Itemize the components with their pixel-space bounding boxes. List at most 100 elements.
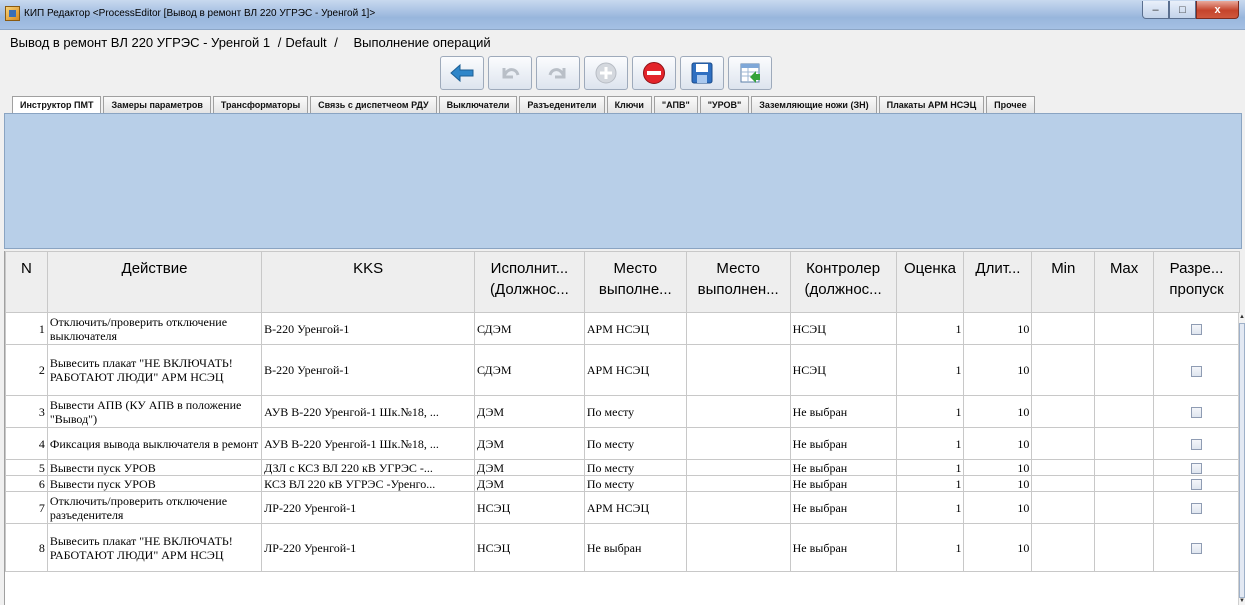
cell-n[interactable]: 6 [5,475,48,492]
cell-n[interactable]: 3 [5,395,48,428]
cell-place2[interactable] [685,523,791,572]
cell-place1[interactable]: По месту [583,459,687,476]
tab-1[interactable]: Замеры параметров [103,96,211,113]
cell-kks[interactable]: ЛР-220 Уренгой-1 [261,491,475,524]
cell-dur[interactable]: 10 [963,344,1033,396]
save-button[interactable] [680,56,724,90]
close-button[interactable]: x [1196,1,1239,19]
cell-dur[interactable]: 10 [963,312,1033,345]
cell-score[interactable]: 1 [895,344,965,396]
cell-action[interactable]: Вывести пуск УРОВ [46,459,263,476]
tab-11[interactable]: Прочее [986,96,1035,113]
cell-kks[interactable]: ЛР-220 Уренгой-1 [261,523,475,572]
cell-action[interactable]: Отключить/проверить отключение разъедени… [46,491,263,524]
cell-score[interactable]: 1 [895,459,965,476]
cell-action[interactable]: Вывести пуск УРОВ [46,475,263,492]
undo-button[interactable] [488,56,532,90]
cell-min[interactable] [1031,427,1096,460]
allow-skip-checkbox[interactable] [1191,503,1203,515]
allow-skip-checkbox[interactable] [1191,439,1203,451]
cell-place1[interactable]: АРМ НСЭЦ [583,312,687,345]
cell-controller[interactable]: Не выбран [789,475,897,492]
allow-skip-checkbox[interactable] [1191,479,1203,491]
cell-dur[interactable]: 10 [963,475,1033,492]
cell-place1[interactable]: АРМ НСЭЦ [583,491,687,524]
cell-dur[interactable]: 10 [963,459,1033,476]
cell-min[interactable] [1031,475,1096,492]
cell-action[interactable]: Отключить/проверить отключение выключате… [46,312,263,345]
back-button[interactable] [440,56,484,90]
tab-8[interactable]: "УРОВ" [699,96,750,113]
tab-4[interactable]: Выключатели [438,96,518,113]
cell-controller[interactable]: Не выбран [789,427,897,460]
column-header[interactable]: Оценка [895,251,965,313]
cell-kks[interactable]: АУВ В-220 Уренгой-1 Шк.№18, ... [261,395,475,428]
cell-executor[interactable]: НСЭЦ [474,523,585,572]
tab-10[interactable]: Плакаты АРМ НСЭЦ [878,96,985,113]
column-header[interactable]: Длит... [963,251,1033,313]
cell-min[interactable] [1031,344,1096,396]
table-row[interactable]: 6 Вывести пуск УРОВ КСЗ ВЛ 220 кВ УГРЭС -У… [5,475,1240,492]
tab-3[interactable]: Связь с диспетчеом РДУ [310,96,437,113]
cell-place2[interactable] [685,491,791,524]
table-row[interactable]: 5 Вывести пуск УРОВ ДЗЛ с КСЗ ВЛ 220 кВ УГ… [5,459,1240,476]
cell-kks[interactable]: ДЗЛ с КСЗ ВЛ 220 кВ УГРЭС -... [261,459,475,476]
allow-skip-checkbox[interactable] [1191,324,1203,336]
cell-controller[interactable]: Не выбран [789,523,897,572]
cell-dur[interactable]: 10 [963,395,1033,428]
scroll-down-arrow-icon[interactable]: ▼ [1239,597,1245,605]
cell-dur[interactable]: 10 [963,491,1033,524]
column-header[interactable]: Разре... пропуск [1153,251,1240,313]
cell-kks[interactable]: В-220 Уренгой-1 [261,312,475,345]
table-row[interactable]: 3 Вывести АПВ (КУ АПВ в положение "Вывод"… [5,395,1240,428]
cell-executor[interactable]: СДЭМ [474,312,585,345]
table-row[interactable]: 1 Отключить/проверить отключение выключат… [5,312,1240,345]
column-header[interactable]: KKS [261,251,475,313]
cell-controller[interactable]: Не выбран [789,395,897,428]
cell-action[interactable]: Вывести АПВ (КУ АПВ в положение "Вывод") [46,395,263,428]
cell-place1[interactable]: По месту [583,427,687,460]
cell-max[interactable] [1094,459,1155,476]
cell-place1[interactable]: АРМ НСЭЦ [583,344,687,396]
tab-7[interactable]: "АПВ" [653,96,698,113]
cell-controller[interactable]: Не выбран [789,459,897,476]
column-header[interactable]: Исполнит... (Должнос... [474,251,585,313]
cell-executor[interactable]: ДЭМ [474,475,585,492]
column-header[interactable]: Место выполнен... [685,251,791,313]
cell-max[interactable] [1094,491,1155,524]
add-button[interactable] [584,56,628,90]
cell-action[interactable]: Вывесить плакат "НЕ ВКЛЮЧАТЬ! РАБОТАЮТ Л… [46,523,263,572]
vertical-scrollbar[interactable]: ▲ ▼ [1238,313,1245,605]
scrollbar-thumb[interactable] [1239,323,1245,598]
column-header[interactable]: Место выполне... [583,251,687,313]
cell-dur[interactable]: 10 [963,523,1033,572]
tab-9[interactable]: Заземляющие ножи (ЗН) [751,96,877,113]
cell-score[interactable]: 1 [895,312,965,345]
cell-n[interactable]: 2 [5,344,48,396]
tab-2[interactable]: Трансформаторы [212,96,309,113]
cell-kks[interactable]: КСЗ ВЛ 220 кВ УГРЭС -Уренго... [261,475,475,492]
cell-kks[interactable]: В-220 Уренгой-1 [261,344,475,396]
cell-place2[interactable] [685,475,791,492]
column-header[interactable]: Действие [46,251,263,313]
table-row[interactable]: 7 Отключить/проверить отключение разъеден… [5,491,1240,524]
table-row[interactable]: 4 Фиксация вывода выключателя в ремонт АУВ… [5,427,1240,460]
cell-score[interactable]: 1 [895,523,965,572]
table-row[interactable]: 8 Вывесить плакат "НЕ ВКЛЮЧАТЬ! РАБОТАЮТ … [5,523,1240,572]
allow-skip-checkbox[interactable] [1191,463,1203,475]
cell-place2[interactable] [685,312,791,345]
cell-score[interactable]: 1 [895,475,965,492]
cell-score[interactable]: 1 [895,427,965,460]
redo-button[interactable] [536,56,580,90]
cell-kks[interactable]: АУВ В-220 Уренгой-1 Шк.№18, ... [261,427,475,460]
cell-controller[interactable]: НСЭЦ [789,344,897,396]
cell-n[interactable]: 1 [5,312,48,345]
tab-5[interactable]: Разъеденители [519,96,605,113]
cell-n[interactable]: 8 [5,523,48,572]
cell-place1[interactable]: По месту [583,475,687,492]
cell-score[interactable]: 1 [895,395,965,428]
cell-place2[interactable] [685,459,791,476]
maximize-button[interactable]: □ [1169,1,1196,19]
stop-button[interactable] [632,56,676,90]
cell-place2[interactable] [685,344,791,396]
